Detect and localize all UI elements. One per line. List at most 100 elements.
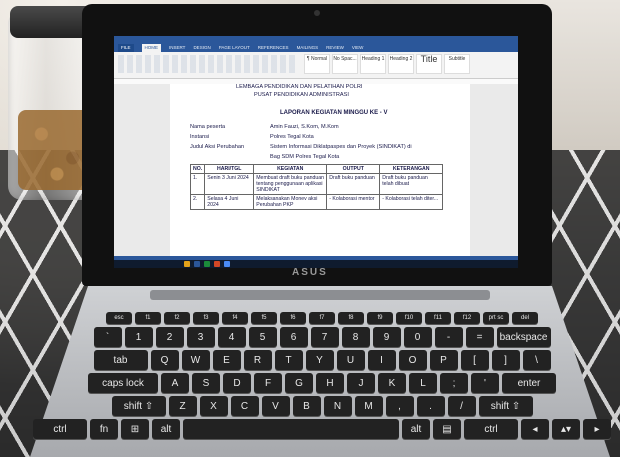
keyboard-key: ] [491, 350, 520, 370]
photo-scene: FILE HOME INSERT DESIGN PAGE LAYOUT REFERENCE… [0, 0, 620, 457]
keyboard-key: f11 [425, 312, 451, 324]
keyboard-key: T [274, 350, 303, 370]
keyboard-key: f8 [338, 312, 364, 324]
ribbon-tab: MAILINGS [296, 45, 319, 50]
keyboard-key: shift ⇧ [478, 396, 533, 416]
keyboard-key: ◂ [521, 419, 549, 439]
keyboard-key: f2 [164, 312, 190, 324]
keyboard-key: V [261, 396, 290, 416]
webcam-icon [314, 10, 320, 16]
field-label: Nama peserta [190, 124, 226, 130]
keyboard-key: fn [90, 419, 118, 439]
keyboard-row: caps lock A S D F G H J K L; ' enter [62, 373, 582, 393]
keyboard-key: U [336, 350, 365, 370]
table-cell: - Kolaborasi mentor [326, 194, 381, 210]
ribbon-tab: HOME [141, 44, 162, 52]
keyboard-key: 9 [372, 327, 401, 347]
keyboard-key: , [385, 396, 414, 416]
laptop-screen: FILE HOME INSERT DESIGN PAGE LAYOUT REFERENCE… [114, 36, 518, 268]
keyboard-key: tab [93, 350, 148, 370]
table-cell: 2. [189, 194, 206, 210]
document-page: LEMBAGA PENDIDIKAN DAN PELATIHAN POLRI P… [170, 84, 470, 256]
header-line-2: PUSAT PENDIDIKAN ADMINISTRASI [254, 92, 349, 98]
keyboard-key: G [285, 373, 313, 393]
table-cell: Selasa 4 Juni 2024 [204, 194, 255, 210]
col-header: OUTPUT [326, 164, 381, 174]
keyboard-key: 1 [124, 327, 153, 347]
keyboard-key: ctrl [33, 419, 87, 439]
table-cell: Melaksanakan Monev aksi Perubahan PKP [253, 194, 328, 210]
document-area: LEMBAGA PENDIDIKAN DAN PELATIHAN POLRI P… [114, 84, 518, 256]
ribbon-tab: REVIEW [326, 45, 344, 50]
table-cell: Membuat draft buku panduan tentang pengg… [253, 173, 328, 195]
keyboard-key: ▸ [583, 419, 611, 439]
style-option: Title [416, 54, 442, 74]
field-label: Judul Aksi Perubahan [190, 144, 245, 150]
keyboard-key: E [212, 350, 241, 370]
table-cell: Draft buku panduan [326, 173, 381, 195]
style-option: ¶ Normal [304, 54, 330, 74]
table-cell: 1. [189, 173, 206, 195]
word-icon [194, 261, 200, 267]
keyboard-key: K [378, 373, 406, 393]
keyboard-key: f12 [454, 312, 480, 324]
hinge [150, 290, 490, 300]
keyboard-row: tab Q W E R T Y U I O P[] \ [62, 350, 582, 370]
keyboard-key: D [223, 373, 251, 393]
keyboard-key: ▴▾ [552, 419, 580, 439]
keyboard-row: ctrl fn ⊞ alt alt ▤ ctrl ◂ ▴▾ ▸ [33, 419, 611, 439]
keyboard-key: Z [168, 396, 197, 416]
keyboard-key: shift ⇧ [111, 396, 166, 416]
style-option: Heading 1 [360, 54, 386, 74]
keyboard-key: f5 [251, 312, 277, 324]
keyboard-key: I [367, 350, 396, 370]
keyboard-key: f9 [367, 312, 393, 324]
keyboard: esc f1 f2 f3 f4 f5 f6 f7 f8 f9 f10 f11 f12 prt sc del `… [33, 312, 611, 457]
ribbon-tabs: FILE HOME INSERT DESIGN PAGE LAYOUT REFERENCE… [114, 44, 518, 52]
keyboard-key: 8 [341, 327, 370, 347]
keyboard-key: S [192, 373, 220, 393]
col-header: NO. [189, 164, 206, 174]
keyboard-key: ▤ [433, 419, 461, 439]
powerpoint-icon [214, 261, 220, 267]
keyboard-key: f1 [135, 312, 161, 324]
style-option: Subtitle [444, 54, 470, 74]
keyboard-key: F [254, 373, 282, 393]
keyboard-key: M [354, 396, 383, 416]
activity-table: NO. HARI/TGL KEGIATAN OUTPUT KETERANGAN … [189, 164, 444, 210]
keyboard-key: Q [150, 350, 179, 370]
col-header: KETERANGAN [379, 164, 444, 174]
header-line-1: LEMBAGA PENDIDIKAN DAN PELATIHAN POLRI [236, 84, 363, 90]
keyboard-key: alt [152, 419, 180, 439]
table-row: 2. Selasa 4 Juni 2024 Melaksanakan Monev… [189, 194, 444, 210]
field-value: Bag SDM Polres Tegal Kota [270, 154, 340, 160]
ribbon-controls [118, 55, 298, 73]
keyboard-key: L [409, 373, 437, 393]
ribbon-tab: PAGE LAYOUT [218, 45, 250, 50]
field-label: Instansi [190, 134, 210, 140]
keyboard-key: W [181, 350, 210, 370]
field-value: Sistem Informasi Diklatpaspes dan Proyek… [270, 144, 412, 150]
keyboard-key: 7 [310, 327, 339, 347]
keyboard-key: H [316, 373, 344, 393]
keyboard-key [183, 419, 399, 439]
field-value: Amin Fauzi, S.Kom, M.Kom [270, 124, 339, 130]
keyboard-key: caps lock [88, 373, 158, 393]
keyboard-key: N [323, 396, 352, 416]
taskbar-icons [184, 261, 230, 267]
keyboard-key: X [199, 396, 228, 416]
keyboard-key: [ [460, 350, 489, 370]
browser-icon [224, 261, 230, 267]
field-value: Polres Tegal Kota [270, 134, 314, 140]
col-header: KEGIATAN [253, 164, 328, 174]
col-header: HARI/TGL [204, 164, 255, 174]
keyboard-key: - [434, 327, 463, 347]
ribbon-tab: FILE [118, 44, 134, 52]
ribbon-toolbar: ¶ Normal No Spac... Heading 1 Heading 2 Titl… [114, 52, 518, 79]
keyboard-key: f4 [222, 312, 248, 324]
keyboard-key: f3 [193, 312, 219, 324]
keyboard-key: A [161, 373, 189, 393]
keyboard-key: f10 [396, 312, 422, 324]
keyboard-key: Y [305, 350, 334, 370]
table-header-row: NO. HARI/TGL KEGIATAN OUTPUT KETERANGAN [189, 164, 444, 174]
